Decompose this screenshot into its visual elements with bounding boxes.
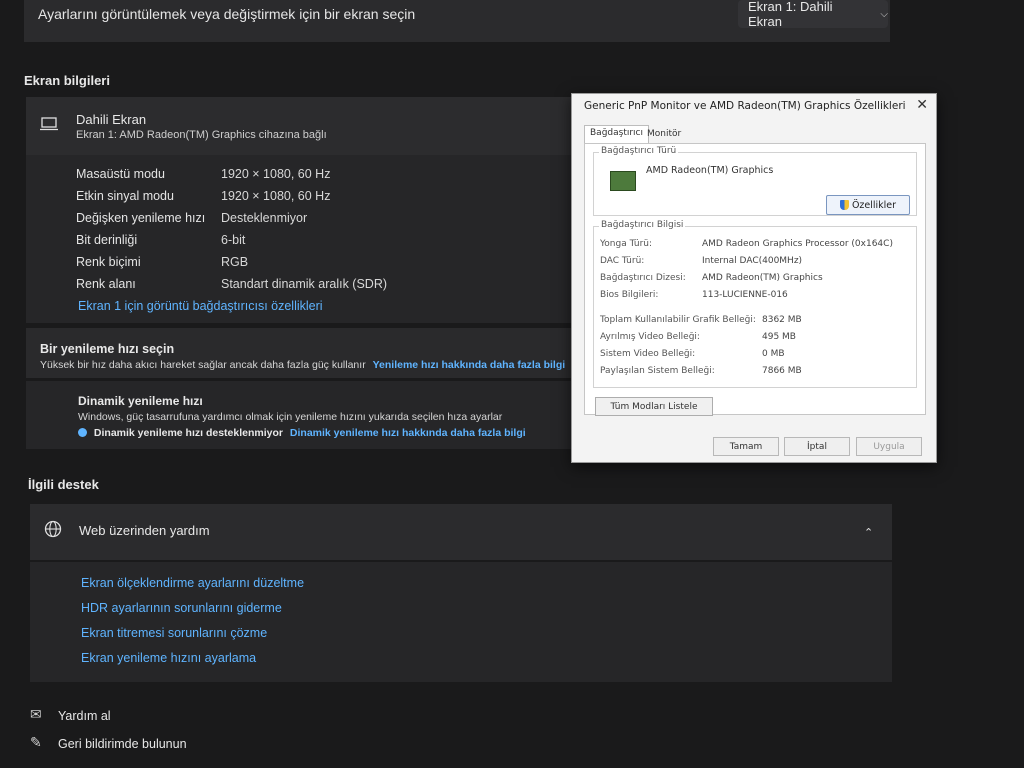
refresh-rate-desc-text: Yüksek bir hız daha akıcı hareket sağlar… [40, 359, 366, 371]
mem-value-system-video: 0 MB [762, 349, 785, 359]
mem-label-dedicated: Ayrılmış Video Belleği: [600, 332, 700, 342]
adapter-properties-dialog: Generic PnP Monitor ve AMD Radeon(TM) Gr… [571, 93, 937, 463]
info-value-bios: 113-LUCIENNE-016 [702, 290, 788, 300]
info-value-color-format: RGB [221, 255, 249, 269]
refresh-rate-title: Bir yenileme hızı seçin [40, 342, 175, 356]
help-chat-icon: ✉ [30, 706, 42, 722]
help-link-scaling[interactable]: Ekran ölçeklendirme ayarlarını düzeltme [81, 576, 304, 590]
cancel-button[interactable]: İptal [784, 437, 850, 456]
get-help-link[interactable]: Yardım al [58, 709, 111, 723]
adapter-info-label: Bağdaştırıcı Bilgisi [599, 220, 686, 230]
display-select-prompt: Ayarlarını görüntülemek veya değiştirmek… [38, 6, 416, 22]
tab-body: Bağdaştırıcı Türü AMD Radeon(TM) Graphic… [584, 143, 926, 416]
help-link-refresh[interactable]: Ekran yenileme hızını ayarlama [81, 651, 256, 665]
graphics-card-icon [610, 171, 636, 191]
info-value-desktop-mode: 1920 × 1080, 60 Hz [221, 167, 331, 181]
mem-label-total: Toplam Kullanılabilir Grafik Belleği: [600, 315, 756, 325]
feedback-icon: ✎ [30, 734, 42, 750]
adapter-properties-link[interactable]: Ekran 1 için görüntü bağdaştırıcısı özel… [78, 299, 323, 313]
tab-monitor[interactable]: Monitör [642, 127, 686, 143]
adapter-type-name: AMD Radeon(TM) Graphics [646, 165, 774, 176]
apply-button[interactable]: Uygula [856, 437, 922, 456]
dynamic-refresh-title: Dinamik yenileme hızı [78, 394, 203, 408]
section-title-related-support: İlgili destek [28, 477, 99, 492]
adapter-info-group: Bağdaştırıcı Bilgisi Yonga Türü: AMD Rad… [593, 220, 917, 388]
info-value-color-space: Standart dinamik aralık (SDR) [221, 277, 388, 291]
info-label-variable-refresh: Değişken yenileme hızı [76, 211, 206, 225]
info-value-signal-mode: 1920 × 1080, 60 Hz [221, 189, 331, 203]
mem-label-shared: Paylaşılan Sistem Belleği: [600, 366, 715, 376]
help-link-flicker[interactable]: Ekran titremesi sorunlarını çözme [81, 626, 267, 640]
display-dropdown-value: Ekran 1: Dahili Ekran [748, 0, 833, 29]
display-subtitle: Ekran 1: AMD Radeon(TM) Graphics cihazın… [76, 129, 327, 141]
info-label-dac: DAC Türü: [600, 256, 645, 266]
tab-adapter[interactable]: Bağdaştırıcı [584, 125, 649, 144]
info-value-variable-refresh: Desteklenmiyor [221, 211, 308, 225]
close-icon[interactable]: ✕ [916, 97, 928, 113]
monitor-icon [40, 117, 58, 131]
chevron-up-icon[interactable]: ⌃ [864, 526, 873, 539]
mem-value-shared: 7866 MB [762, 366, 802, 376]
refresh-rate-info-link[interactable]: Yenileme hızı hakkında daha fazla bilgi [373, 359, 566, 371]
list-all-modes-button[interactable]: Tüm Modları Listele [595, 397, 713, 416]
info-label-color-space: Renk alanı [76, 277, 136, 291]
dynamic-refresh-status-text: Dinamik yenileme hızı desteklenmiyor [93, 427, 283, 439]
info-label-color-format: Renk biçimi [76, 255, 141, 269]
chevron-down-icon: ⌵ [880, 8, 888, 20]
info-value-dac: Internal DAC(400MHz) [702, 256, 803, 266]
adapter-type-label: Bağdaştırıcı Türü [599, 146, 679, 156]
info-label-desktop-mode: Masaüstü modu [76, 167, 165, 181]
help-link-hdr[interactable]: HDR ayarlarının sorunlarını giderme [81, 601, 282, 615]
refresh-rate-desc: Yüksek bir hız daha akıcı hareket sağlar… [40, 359, 565, 371]
info-label-bit-depth: Bit derinliği [76, 233, 138, 247]
dynamic-refresh-desc: Windows, güç tasarrufuna yardımcı olmak … [78, 411, 503, 423]
ok-button[interactable]: Tamam [713, 437, 779, 456]
dynamic-refresh-status: Dinamik yenileme hızı desteklenmiyor Din… [78, 427, 526, 439]
properties-button-label: Özellikler [851, 199, 897, 211]
dialog-title: Generic PnP Monitor ve AMD Radeon(TM) Gr… [584, 100, 906, 112]
info-icon [78, 428, 87, 437]
section-title-display-info: Ekran bilgileri [24, 73, 110, 88]
info-value-adapter-string: AMD Radeon(TM) Graphics [702, 273, 823, 283]
feedback-link[interactable]: Geri bildirimde bulunun [58, 737, 187, 751]
dynamic-refresh-info-link[interactable]: Dinamik yenileme hızı hakkında daha fazl… [290, 427, 526, 439]
info-label-adapter-string: Bağdaştırıcı Dizesi: [600, 273, 686, 283]
info-value-chip: AMD Radeon Graphics Processor (0x164C) [702, 239, 893, 249]
info-label-signal-mode: Etkin sinyal modu [76, 189, 174, 203]
properties-button[interactable]: Özellikler [826, 195, 910, 215]
web-help-title: Web üzerinden yardım [79, 523, 210, 538]
shield-icon [839, 200, 849, 210]
info-label-bios: Bios Bilgileri: [600, 290, 659, 300]
globe-icon [44, 520, 62, 538]
adapter-type-group: Bağdaştırıcı Türü AMD Radeon(TM) Graphic… [593, 146, 917, 216]
mem-label-system-video: Sistem Video Belleği: [600, 349, 696, 359]
mem-value-total: 8362 MB [762, 315, 802, 325]
display-name: Dahili Ekran [76, 112, 147, 127]
mem-value-dedicated: 495 MB [762, 332, 796, 342]
info-value-bit-depth: 6-bit [221, 233, 246, 247]
display-dropdown[interactable]: Ekran 1: Dahili Ekran ⌵ [738, 0, 888, 29]
info-label-chip: Yonga Türü: [600, 239, 653, 249]
